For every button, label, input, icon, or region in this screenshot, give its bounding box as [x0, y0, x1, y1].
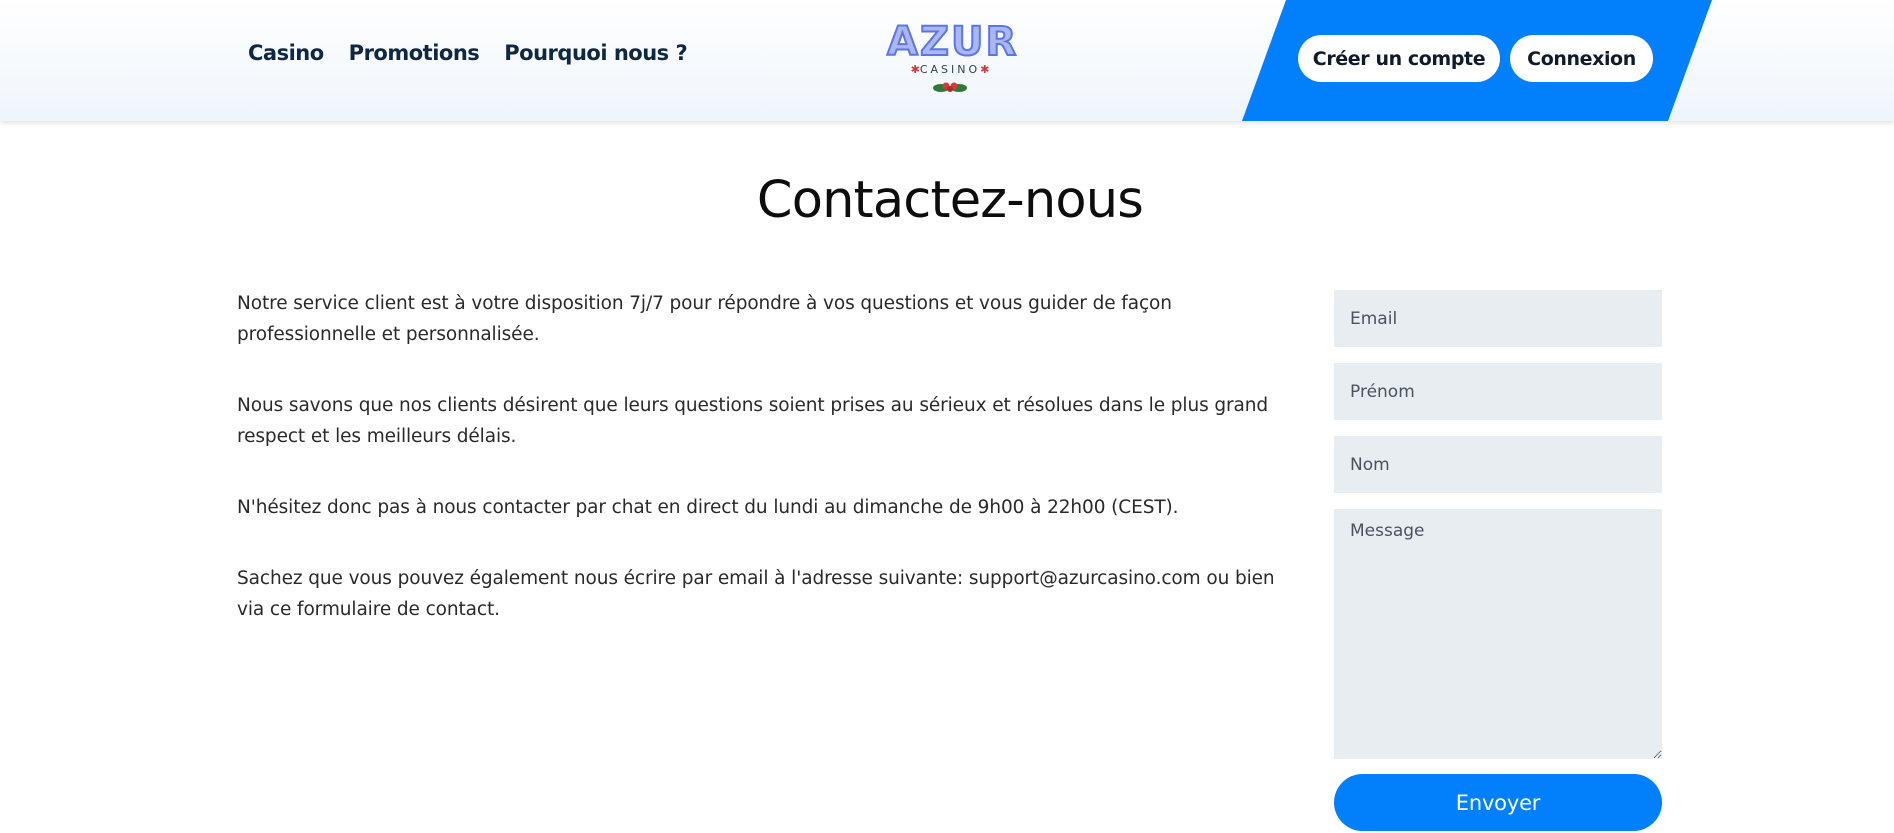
send-button[interactable]: Envoyer	[1334, 774, 1662, 831]
intro-paragraph: Notre service client est à votre disposi…	[237, 293, 1172, 345]
message-field[interactable]	[1334, 509, 1662, 759]
firstname-field[interactable]	[1334, 363, 1662, 420]
logo-leaf-emblem-icon	[933, 82, 967, 92]
email-field[interactable]	[1334, 290, 1662, 347]
lastname-field[interactable]	[1334, 436, 1662, 493]
main-nav: Casino Promotions Pourquoi nous ?	[248, 41, 688, 71]
intro-paragraph: Sachez que vous pouvez également nous éc…	[237, 568, 1275, 620]
create-account-button[interactable]: Créer un compte	[1298, 35, 1500, 82]
logo-star-icon: ✱	[910, 63, 920, 76]
contact-form: Envoyer	[1334, 290, 1662, 831]
logo-star-icon: ✱	[980, 63, 990, 76]
intro-paragraph: Nous savons que nos clients désirent que…	[237, 395, 1269, 447]
nav-link-promotions[interactable]: Promotions	[349, 41, 480, 71]
page-title: Contactez-nous	[756, 171, 1144, 230]
intro-paragraph: N'hésitez donc pas à nous contacter par …	[237, 497, 1179, 518]
azur-casino-logo[interactable]: AZUR ✱CASINO✱	[886, 19, 1019, 100]
contact-intro: Notre service client est à votre disposi…	[237, 288, 1287, 665]
nav-link-casino[interactable]: Casino	[248, 41, 324, 71]
logo-tagline: ✱CASINO✱	[887, 63, 1013, 77]
logo-wordmark: AZUR	[886, 19, 1019, 65]
logo-subtext: CASINO	[919, 63, 981, 76]
site-header: Casino Promotions Pourquoi nous ? AZUR ✱…	[0, 0, 1894, 121]
nav-link-why-us[interactable]: Pourquoi nous ?	[504, 41, 687, 71]
login-button[interactable]: Connexion	[1510, 35, 1653, 82]
